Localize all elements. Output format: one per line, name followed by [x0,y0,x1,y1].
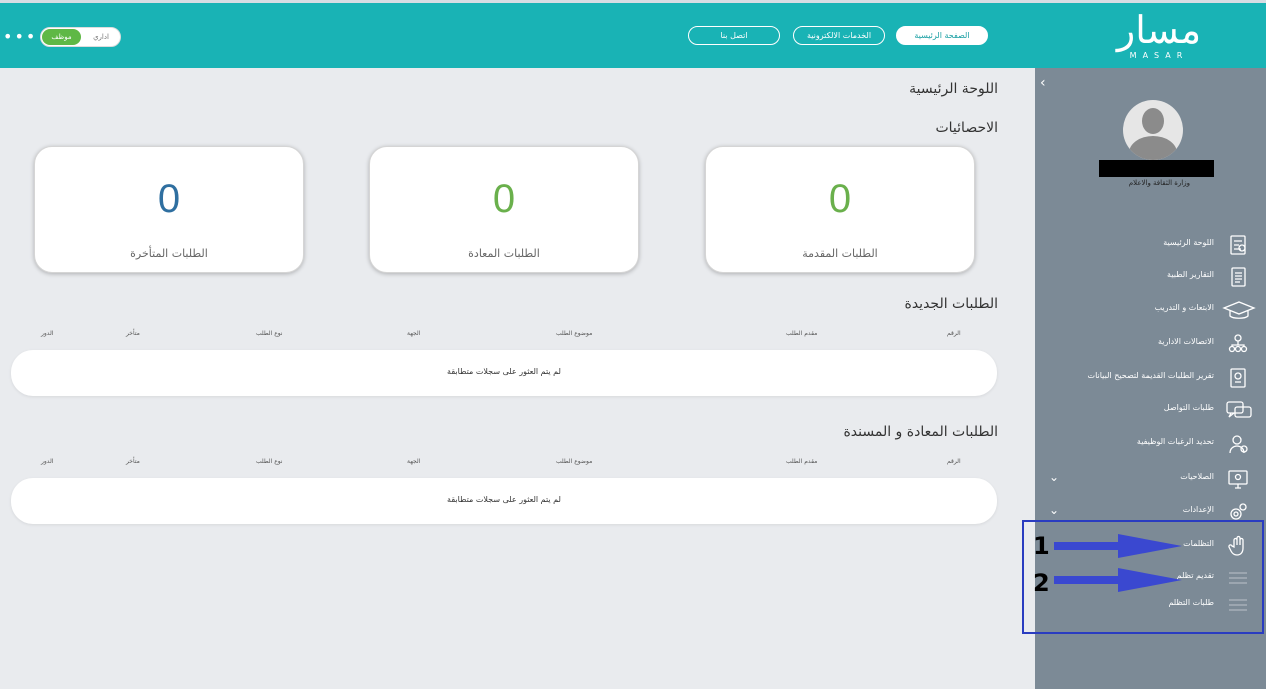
sidebar-item-permissions[interactable]: ⌄ الصلاحيات [1035,464,1266,494]
returned-requests-empty-row: لم يتم العثور على سجلات متطابقة [11,478,997,524]
masar-logo[interactable]: مسار MASAR [1114,9,1204,65]
medical-report-icon [1226,265,1250,289]
annotation-arrow-1 [1054,534,1182,558]
sidebar-item-label: طلبات التواصل [1163,403,1214,412]
user-name-redacted [1099,160,1214,177]
sidebar-item-job-preferences[interactable]: تحديد الرغبات الوظيفية [1035,429,1266,459]
annotation-arrows [1054,534,1182,592]
sidebar-item-label: الابتعاث و التدريب [1154,303,1214,312]
annotation-arrow-2 [1054,568,1182,592]
document-check-icon [1226,366,1250,390]
role-employee-option[interactable]: موظف [42,29,81,45]
more-options-icon[interactable]: ••• [3,27,37,47]
collapse-sidebar-icon[interactable]: ‹ [1040,74,1046,92]
column-header[interactable]: الجهة [407,458,420,465]
sidebar-item-label: الإعدادات [1182,505,1214,514]
returned-requests-heading: الطلبات المعادة و المسندة [843,424,998,440]
chevron-down-icon: ⌄ [1049,503,1060,517]
stat-value: 0 [492,177,516,221]
sidebar-item-label: تحديد الرغبات الوظيفية [1136,437,1214,446]
stat-label: الطلبات المتأخرة [130,247,208,260]
column-header[interactable]: الدور [41,458,53,465]
stat-card-submitted[interactable]: 0 الطلبات المقدمة [705,146,975,273]
chat-icon [1225,398,1253,422]
page-title: اللوحة الرئيسية [909,81,998,97]
user-preferences-icon [1226,432,1250,456]
graduation-cap-icon [1222,298,1256,322]
sidebar-item-label: الصلاحيات [1180,472,1214,481]
annotation-number-1: 1 [1033,532,1050,560]
column-header[interactable]: الدور [41,330,53,337]
sidebar-item-label: التقارير الطبية [1167,270,1214,279]
annotation-number-2: 2 [1033,569,1050,597]
empty-message: لم يتم العثور على سجلات متطابقة [447,367,561,376]
nav-home-button[interactable]: الصفحة الرئيسية [896,26,988,45]
permissions-icon [1226,467,1250,491]
new-requests-empty-row: لم يتم العثور على سجلات متطابقة [11,350,997,396]
column-header[interactable]: متأخر [126,330,140,337]
stat-value: 0 [828,177,852,221]
returned-requests-table-header: الرقم مقدم الطلب موضوع الطلب الجهة نوع ا… [11,458,997,470]
column-header[interactable]: مقدم الطلب [786,458,817,465]
column-header[interactable]: نوع الطلب [256,330,283,337]
column-header[interactable]: مقدم الطلب [786,330,817,337]
dashboard-icon [1226,233,1250,257]
column-header[interactable]: موضوع الطلب [556,330,592,337]
column-header[interactable]: نوع الطلب [256,458,283,465]
role-admin-option[interactable]: اداري [83,29,119,45]
sidebar-item-admin-communications[interactable]: الاتصالات الادارية [1035,329,1266,359]
sidebar-item-scholarship-training[interactable]: الابتعاث و التدريب [1035,295,1266,325]
stat-card-late[interactable]: 0 الطلبات المتأخرة [34,146,304,273]
logo-english: MASAR [1129,51,1189,60]
sidebar-item-label: الاتصالات الادارية [1158,337,1214,346]
sidebar-item-label: اللوحة الرئيسية [1163,238,1214,247]
stat-label: الطلبات المقدمة [802,247,878,260]
sidebar-item-label: تقرير الطلبات القديمة لتصحيح البيانات [1087,371,1214,380]
role-toggle[interactable]: موظف اداري [40,27,121,47]
stats-heading: الاحصائيات [935,120,998,136]
nav-eservices-button[interactable]: الخدمات الالكترونية [793,26,885,45]
column-header[interactable]: الرقم [947,330,961,337]
column-header[interactable]: متأخر [126,458,140,465]
nav-contact-button[interactable]: اتصل بنا [688,26,780,45]
new-requests-heading: الطلبات الجديدة [904,296,998,312]
sidebar-item-old-requests-report[interactable]: تقرير الطلبات القديمة لتصحيح البيانات [1035,363,1266,393]
top-header: مسار MASAR الصفحة الرئيسية الخدمات الالك… [0,0,1266,68]
empty-message: لم يتم العثور على سجلات متطابقة [447,495,561,504]
org-chart-icon [1226,332,1250,356]
logo-arabic: مسار [1116,8,1202,52]
chevron-down-icon: ⌄ [1049,470,1060,484]
column-header[interactable]: الجهة [407,330,420,337]
sidebar-item-contact-requests[interactable]: طلبات التواصل [1035,395,1266,425]
stat-value: 0 [157,177,181,221]
sidebar-item-dashboard[interactable]: اللوحة الرئيسية [1035,230,1266,260]
column-header[interactable]: موضوع الطلب [556,458,592,465]
user-organization: وزارة الثقافة والاعلام [1128,179,1190,187]
stat-label: الطلبات المعادة [468,247,540,260]
new-requests-table-header: الرقم مقدم الطلب موضوع الطلب الجهة نوع ا… [11,330,997,342]
column-header[interactable]: الرقم [947,458,961,465]
stat-card-returned[interactable]: 0 الطلبات المعادة [369,146,639,273]
avatar [1123,100,1183,160]
sidebar-item-medical-reports[interactable]: التقارير الطبية [1035,262,1266,292]
